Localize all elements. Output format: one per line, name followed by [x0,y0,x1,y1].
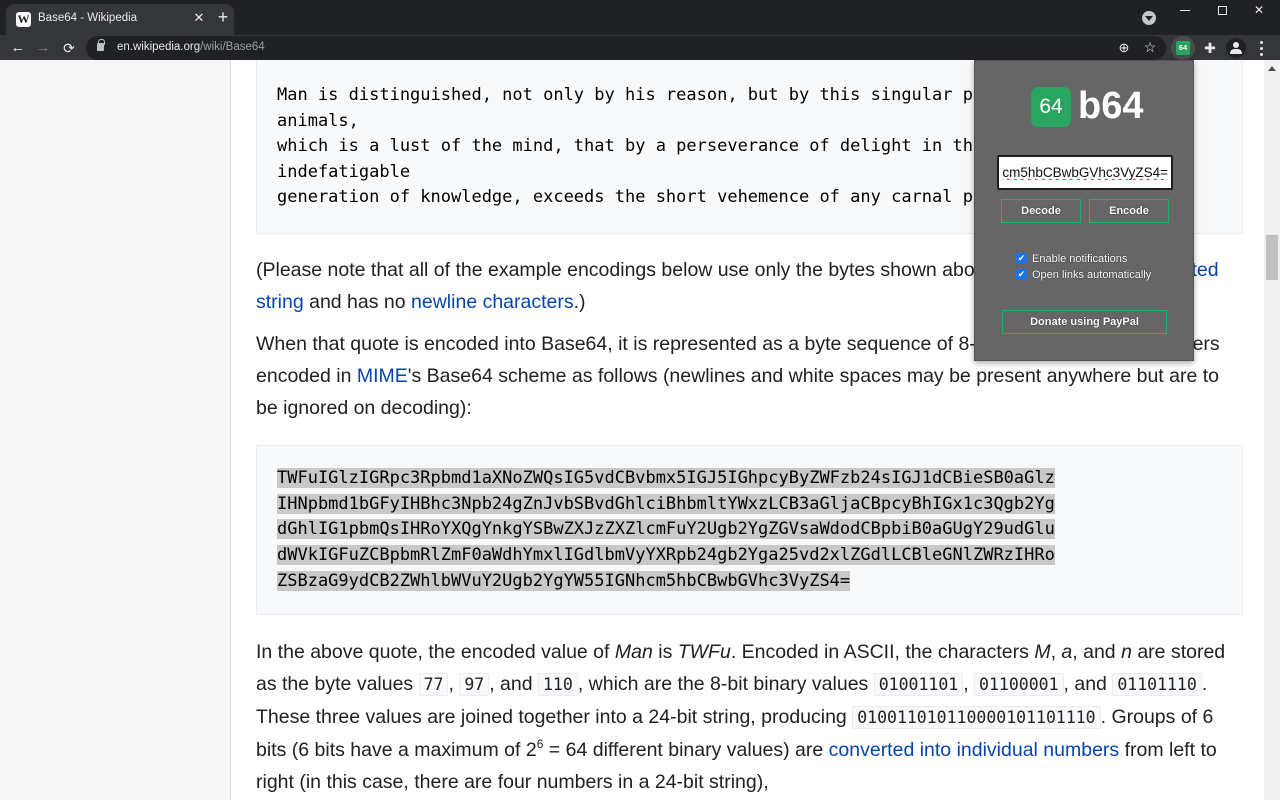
quote-line: animals, [277,110,359,131]
encode-button[interactable]: Encode [1089,199,1169,223]
b64-extension-popup: 64 b64 Decode Encode ✔ Enable notificati… [974,60,1194,361]
menu-dot [1260,41,1263,44]
inline-code: 01001101 [873,673,964,696]
text: = 64 different binary values) are [543,739,829,761]
text: and has no [303,291,412,313]
enable-notifications-label[interactable]: Enable notifications [1032,251,1127,267]
url-host: en.wikipedia.org [117,41,201,53]
italic-text: M [1034,641,1051,663]
b64-extension-button[interactable]: 64 [1171,36,1195,60]
maximize-icon [1217,6,1227,16]
text: , [1050,641,1062,663]
tab-title: Base64 - Wikipedia [38,12,138,24]
open-links-label[interactable]: Open links automatically [1032,267,1151,283]
tab-strip: W Base64 - Wikipedia ✕ + ✕ [0,0,1280,35]
inline-code: 77 [418,673,449,696]
address-bar[interactable]: en.wikipedia.org/wiki/Base64 ⊕ ☆ [86,36,1166,60]
explanation-paragraph: In the above quote, the encoded value of… [256,636,1246,798]
base64-line-selected[interactable]: ZSBzaG9ydCB2ZWhlbWVuY2Ugb2YgYW55IGNhcm5h… [277,570,851,591]
base64-code-block: TWFuIGlzIGRpc3Rpbmd1aXNoZWQsIG5vdCBvbmx5… [256,445,1243,615]
extensions-puzzle-icon[interactable]: ✚ [1200,38,1220,58]
profile-avatar-icon[interactable] [1226,38,1246,58]
tab-search-icon[interactable] [1142,11,1156,25]
decode-button[interactable]: Decode [1001,199,1081,223]
donate-paypal-button[interactable]: Donate using PayPal [1002,310,1167,334]
text: is [652,641,678,663]
text: . Encoded in ASCII, the characters [730,641,1035,663]
menu-dot [1260,47,1263,50]
quote-line: indefatigable [277,161,411,182]
newline-characters-link[interactable]: newline characters [411,291,574,313]
base64-line-selected[interactable]: TWFuIGlzIGRpc3Rpbmd1aXNoZWQsIG5vdCBvbmx5… [277,468,1055,488]
base64-line-selected[interactable]: dWVkIGFuZCBpbmRlZmF0aWdhYmxlIGdlbmVyYXRp… [277,545,1055,566]
bookmark-star-icon[interactable]: ☆ [1142,39,1158,55]
mime-link[interactable]: MIME [357,365,408,387]
base64-line-selected[interactable]: IHNpbmd1bGFyIHBhc3Npb24gZnJvbSBvdGhlciBh… [277,493,1055,514]
new-tab-button[interactable]: + [213,8,233,28]
wikipedia-favicon-icon: W [16,12,31,27]
text: , and [1072,641,1122,663]
text: , [448,673,460,695]
text: , and [1063,673,1113,695]
quote-line: generation of knowledge, exceeds the sho… [277,187,1055,208]
converted-into-numbers-link[interactable]: converted into individual numbers [829,739,1120,761]
url-path: /wiki/Base64 [200,41,265,53]
forward-button[interactable]: → [32,37,54,59]
zoom-icon[interactable]: ⊕ [1116,40,1132,56]
tab-base64-wikipedia[interactable]: W Base64 - Wikipedia ✕ [6,4,234,35]
inline-code: 01100001 [974,673,1064,696]
text: , and [489,673,538,695]
italic-text: TWFu [677,641,731,663]
inline-code: 01101110 [1112,673,1202,696]
b64-logo-text: b64 [1078,85,1144,127]
text: In the above quote, the encoded value of [256,641,615,663]
inline-code: 110 [538,673,578,696]
text: .) [573,291,586,313]
italic-text: n [1121,641,1132,663]
lock-icon[interactable] [97,39,105,51]
menu-dot [1260,53,1263,56]
sidebar-background [0,60,231,800]
window-close-button[interactable]: ✕ [1236,0,1280,20]
open-links-checkbox[interactable]: ✔ [1016,269,1027,280]
vertical-scrollbar[interactable] [1264,60,1280,800]
minimize-icon [1180,10,1190,12]
b64-extension-icon: 64 [1176,41,1190,55]
italic-text: Man [614,641,653,663]
browser-toolbar: ← → ⟳ en.wikipedia.org/wiki/Base64 ⊕ ☆ 6… [0,35,1280,60]
back-button[interactable]: ← [7,37,29,59]
b64-logo-icon: 64 [1031,87,1071,127]
scroll-up-arrow-icon[interactable] [1268,66,1276,71]
tab-close-icon[interactable]: ✕ [190,9,208,27]
base64-line-selected[interactable]: dGhlIG1pbmQsIHRoYXQgYnkgYSBwZXJzZXZlcmFu… [277,519,1055,540]
inline-code: 97 [459,673,490,696]
inline-code: 010011010110000101101110 [852,706,1101,729]
enable-notifications-checkbox[interactable]: ✔ [1016,253,1027,264]
text: , [963,673,975,695]
text: , which are the 8-bit binary values [577,673,874,695]
base64-input[interactable] [997,155,1173,190]
browser-menu-button[interactable] [1254,38,1268,58]
url-text[interactable]: en.wikipedia.org/wiki/Base64 [117,41,265,53]
italic-text: a [1061,641,1073,663]
scrollbar-thumb[interactable] [1266,235,1278,280]
reload-button[interactable]: ⟳ [58,37,80,59]
